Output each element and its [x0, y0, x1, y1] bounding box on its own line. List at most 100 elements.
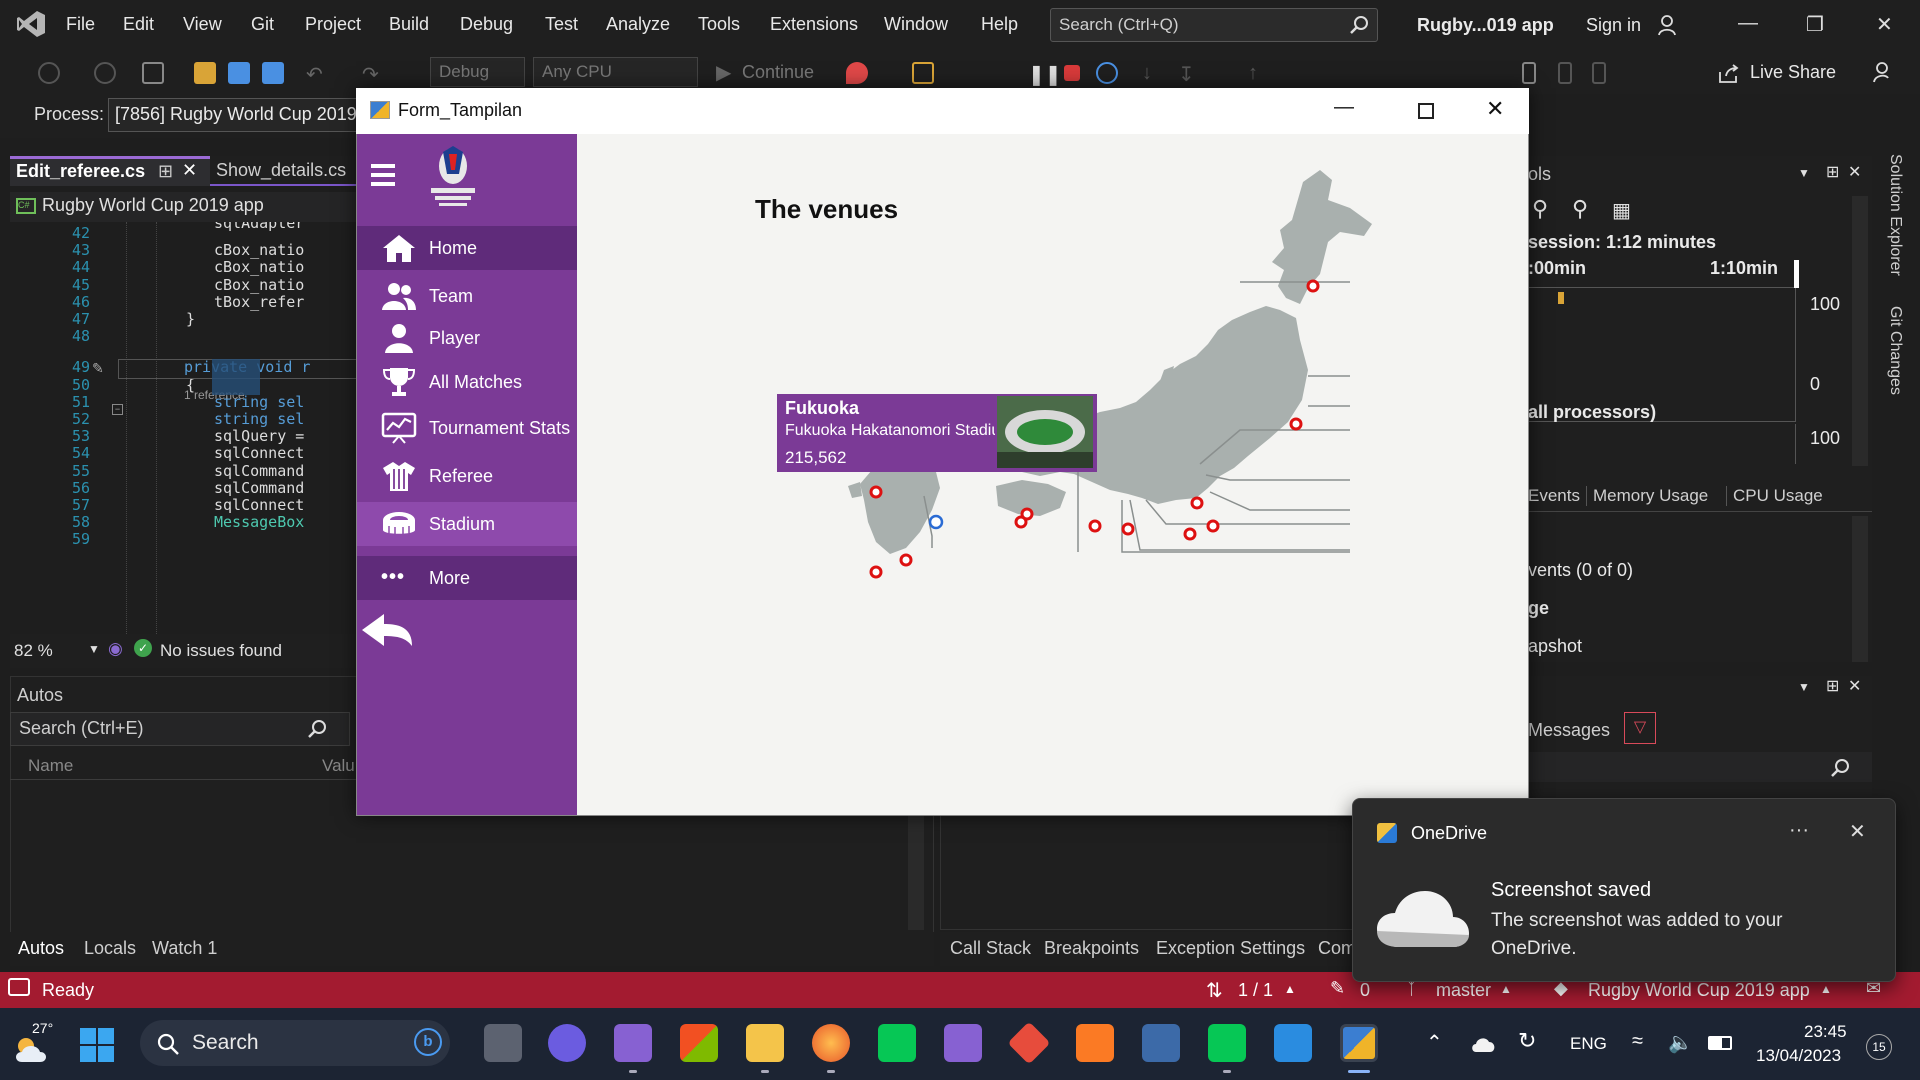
microsoft-store-icon[interactable] — [680, 1024, 718, 1062]
tab-close-icon[interactable]: ✕ — [182, 160, 197, 181]
copilot-icon[interactable]: ◉ — [108, 639, 123, 659]
toast-close-icon[interactable]: ✕ — [1849, 819, 1866, 844]
vscode-icon[interactable] — [1274, 1024, 1312, 1062]
restore-icon[interactable]: ❐ — [1806, 12, 1824, 37]
close-icon[interactable]: ✕ — [1876, 12, 1893, 37]
config-dropdown[interactable]: Debug — [430, 57, 525, 87]
process-dropdown[interactable]: [7856] Rugby World Cup 2019 — [108, 98, 360, 132]
onedrive-tray-icon[interactable] — [1470, 1034, 1498, 1054]
tab-exception-settings[interactable]: Exception Settings — [1156, 938, 1305, 959]
continue-button[interactable]: Continue — [742, 62, 814, 83]
nav-stadium[interactable]: Stadium — [357, 502, 577, 546]
col-value[interactable]: Valu — [322, 756, 355, 776]
vs-logo-icon[interactable] — [16, 10, 46, 38]
no-issues-text[interactable]: No issues found — [160, 641, 282, 661]
autos-search-input[interactable]: Search (Ctrl+E) — [10, 712, 350, 746]
platform-dropdown[interactable]: Any CPU — [533, 57, 698, 87]
hamburger-menu-icon[interactable] — [371, 164, 395, 186]
forward-icon[interactable] — [94, 62, 116, 84]
account-icon[interactable] — [1657, 14, 1679, 36]
menu-edit[interactable]: Edit — [123, 14, 154, 35]
snapshot-row[interactable]: apshot — [1528, 636, 1582, 657]
tab-locals[interactable]: Locals — [84, 938, 136, 959]
venue-info-card[interactable]: Fukuoka Fukuoka Hakatanomori Stadium 215… — [777, 394, 1097, 472]
col-name[interactable]: Name — [28, 756, 73, 776]
diag-scrollbar[interactable] — [1852, 196, 1868, 466]
clock-date[interactable]: 13/04/2023 — [1756, 1046, 1841, 1066]
step-into-icon[interactable]: ↓ — [1142, 62, 1164, 84]
menu-test[interactable]: Test — [545, 14, 578, 35]
chevron-down-icon[interactable]: ▼ — [88, 642, 100, 656]
memory-usage-row[interactable]: ge — [1528, 598, 1549, 619]
feedback-icon[interactable] — [1872, 60, 1896, 84]
chevron-down-icon[interactable]: ▼ — [1798, 166, 1810, 180]
nav-all-matches[interactable]: All Matches — [357, 360, 577, 404]
new-project-icon[interactable] — [142, 62, 164, 84]
firefox-icon[interactable] — [812, 1024, 850, 1062]
visual-studio-icon[interactable] — [614, 1024, 652, 1062]
output-search-bar[interactable] — [1528, 752, 1872, 782]
diag-scrollbar-lower[interactable] — [1852, 516, 1868, 662]
panel-close-icon[interactable]: ✕ — [1848, 162, 1861, 182]
reset-view-icon[interactable]: ▦ — [1612, 198, 1631, 223]
tab-command[interactable]: Com — [1318, 938, 1356, 959]
form-title-bar[interactable]: Form_Tampilan — ✕ — [356, 88, 1529, 134]
tab-breakpoints[interactable]: Breakpoints — [1044, 938, 1139, 959]
menu-file[interactable]: File — [66, 14, 95, 35]
sync-icon[interactable]: ↻ — [1518, 1028, 1536, 1054]
zoom-in-icon[interactable]: ⚲ — [1532, 196, 1548, 222]
battery-icon[interactable] — [1708, 1036, 1732, 1050]
pencil-icon[interactable]: ✎ — [1330, 978, 1345, 999]
undo-icon[interactable]: ↶ — [306, 62, 328, 86]
menu-debug[interactable]: Debug — [460, 14, 513, 35]
restart-icon[interactable] — [1096, 62, 1118, 84]
bookmark-next-icon[interactable] — [1592, 62, 1606, 84]
git-branch[interactable]: master — [1436, 980, 1491, 1001]
tab-memory-usage[interactable]: Memory Usage — [1586, 486, 1708, 506]
line-2-icon[interactable] — [1208, 1024, 1246, 1062]
task-view-icon[interactable] — [484, 1024, 522, 1062]
line-icon[interactable] — [878, 1024, 916, 1062]
git-changes-tab[interactable]: Git Changes — [1886, 306, 1904, 395]
show-hidden-icons[interactable]: ⌃ — [1426, 1030, 1443, 1055]
tab-watch[interactable]: Watch 1 — [152, 938, 217, 959]
language-indicator[interactable]: ENG — [1570, 1034, 1607, 1054]
stop-icon[interactable] — [1064, 65, 1080, 81]
step-out-icon[interactable]: ↑ — [1248, 62, 1270, 84]
onedrive-notification[interactable]: OneDrive ··· ✕ Screenshot saved The scre… — [1352, 798, 1896, 982]
pin-icon[interactable]: ⊞ — [1826, 676, 1839, 696]
chevron-up-icon[interactable]: ▲ — [1284, 982, 1296, 996]
wifi-icon[interactable]: ≈ — [1632, 1030, 1643, 1053]
file-explorer-icon[interactable] — [746, 1024, 784, 1062]
toast-more-options[interactable]: ··· — [1789, 819, 1809, 842]
pause-icon[interactable]: ❚❚ — [1028, 62, 1062, 86]
menu-view[interactable]: View — [183, 14, 222, 35]
chevron-up-icon[interactable]: ▲ — [1500, 982, 1512, 996]
chevron-down-icon[interactable]: ▼ — [1798, 680, 1810, 694]
quick-action-icon[interactable]: ✎ — [92, 360, 104, 377]
nav-tournament-stats[interactable]: Tournament Stats — [357, 406, 577, 450]
pin-icon[interactable]: ⊞ — [158, 161, 173, 182]
zoom-level[interactable]: 82 % — [14, 641, 53, 661]
volume-icon[interactable]: 🔈 — [1668, 1030, 1693, 1055]
start-windows-icon[interactable] — [80, 1028, 114, 1062]
up-down-arrows-icon[interactable]: ⇅ — [1206, 978, 1223, 1003]
redo-icon[interactable]: ↷ — [362, 62, 384, 86]
taskbar-search-box[interactable]: Search b — [140, 1020, 450, 1066]
panel-close-icon[interactable]: ✕ — [1848, 676, 1861, 696]
tab-cpu-usage[interactable]: CPU Usage — [1726, 486, 1823, 506]
form-app-taskbar-icon[interactable] — [1340, 1024, 1378, 1062]
save-icon[interactable] — [228, 62, 250, 84]
nav-team[interactable]: Team — [357, 274, 577, 318]
code-editor[interactable]: sqlAdapter 42 43 cBox_natio 44 cBox_natio 45 c… — [10, 222, 360, 634]
menu-git[interactable]: Git — [251, 14, 274, 35]
form-maximize-icon[interactable] — [1418, 103, 1434, 119]
xampp-icon[interactable] — [1076, 1024, 1114, 1062]
tab-call-stack[interactable]: Call Stack — [950, 938, 1031, 959]
tab-edit-referee[interactable]: Edit_referee.cs ⊞ ✕ — [10, 156, 210, 186]
form-close-icon[interactable]: ✕ — [1486, 96, 1504, 122]
nav-referee[interactable]: Referee — [357, 454, 577, 498]
vs-search-box[interactable]: Search (Ctrl+Q) — [1050, 8, 1378, 42]
notification-count-badge[interactable]: 15 — [1866, 1034, 1892, 1060]
menu-build[interactable]: Build — [389, 14, 429, 35]
